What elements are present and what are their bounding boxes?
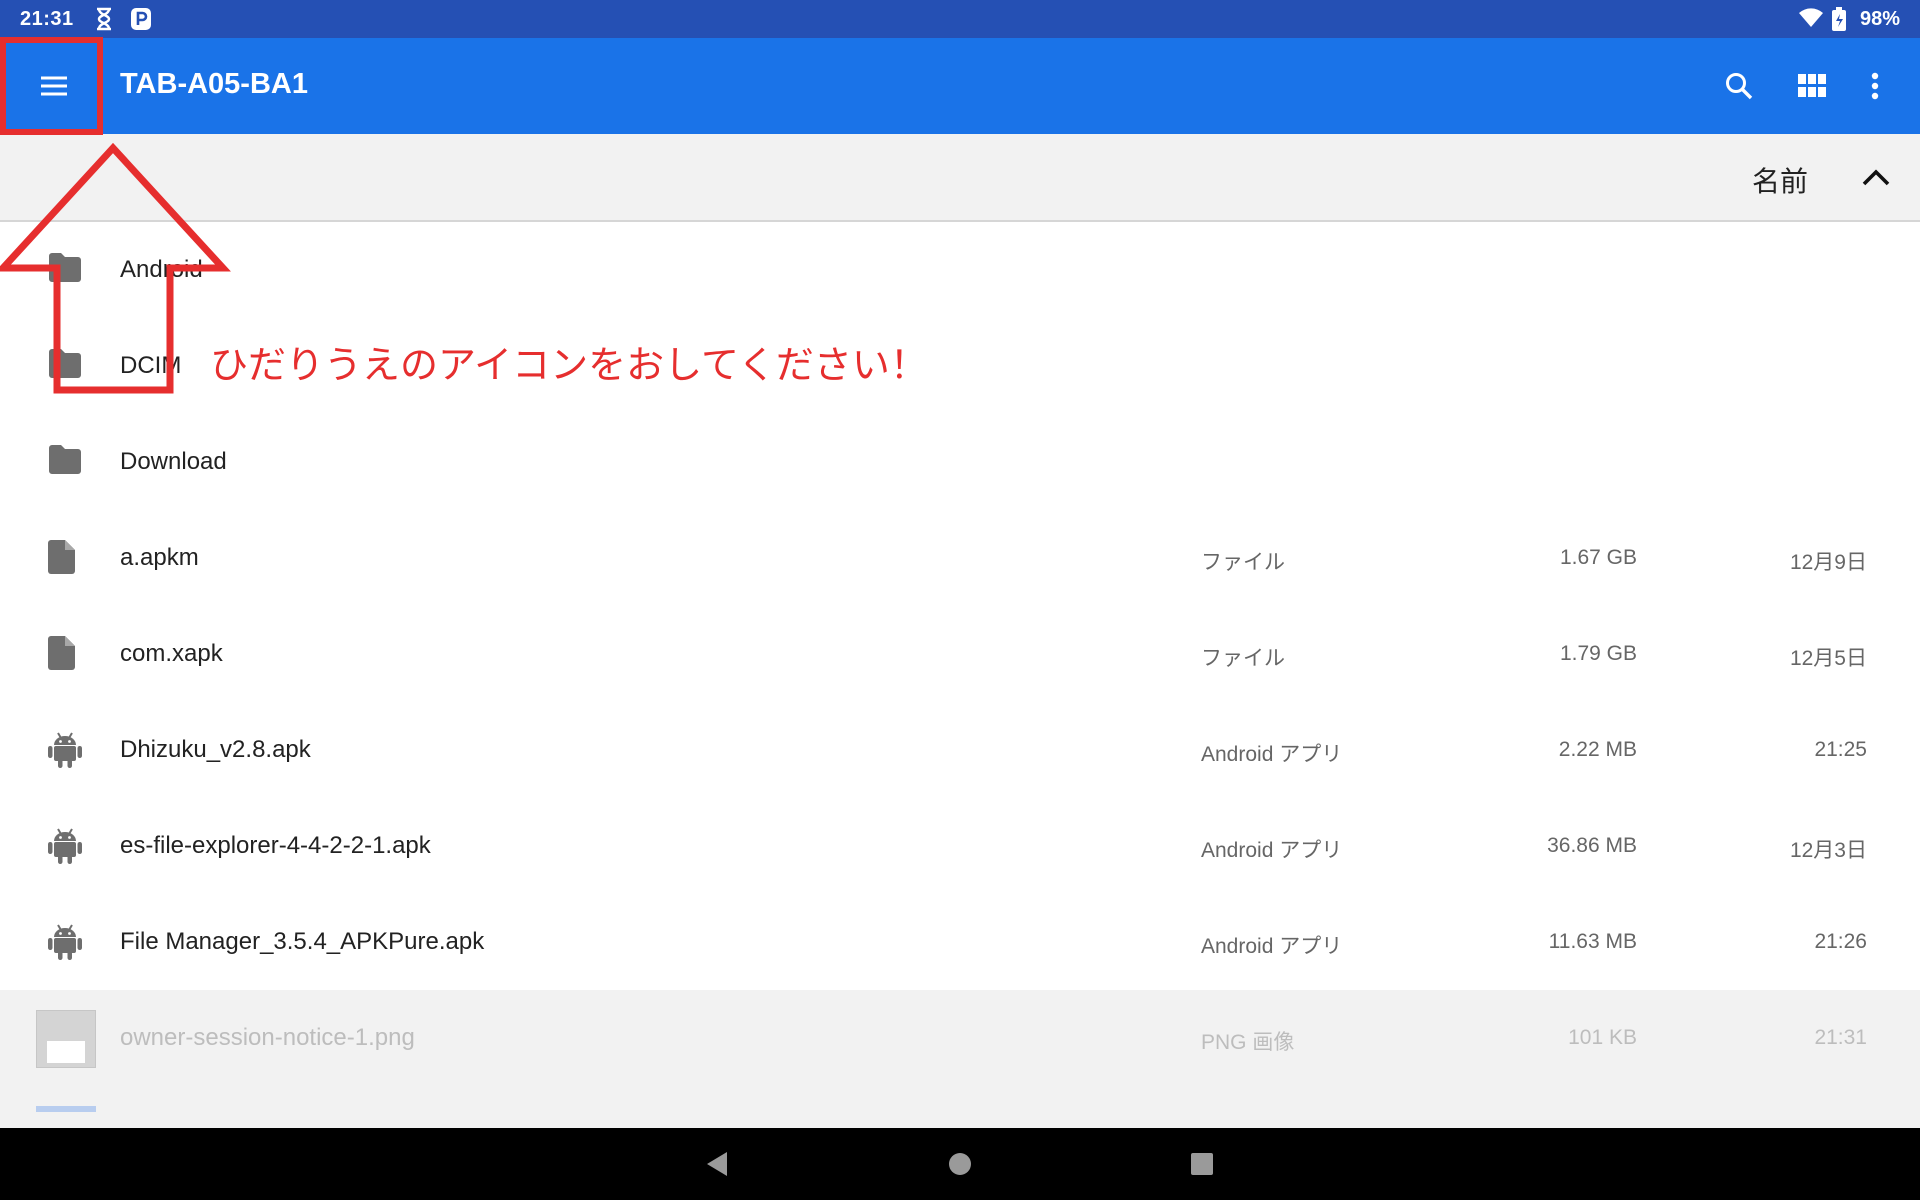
file-size: 2.22 MB xyxy=(1558,738,1637,761)
status-time: 21:31 xyxy=(20,8,74,30)
file-size: 1.79 GB xyxy=(1559,642,1637,665)
file-type: PNG 画像 xyxy=(1201,1031,1295,1054)
list-item-download[interactable]: Download xyxy=(0,414,1920,510)
file-icon xyxy=(48,540,84,576)
sort-header: 名前 xyxy=(0,134,1920,222)
file-name: a.apkm xyxy=(120,544,199,571)
more-vert-icon[interactable] xyxy=(1851,62,1899,110)
list-item-dcim[interactable]: DCIM xyxy=(0,318,1920,414)
hourglass-icon xyxy=(94,7,114,36)
file-type: Android アプリ xyxy=(1201,743,1343,766)
file-type: Android アプリ xyxy=(1201,935,1343,958)
status-bar: 21:31 98% xyxy=(0,0,1920,38)
file-size: 1.67 GB xyxy=(1559,546,1637,569)
file-icon xyxy=(48,636,84,672)
file-size: 101 KB xyxy=(1568,1026,1637,1049)
battery-icon xyxy=(1832,7,1846,36)
chevron-up-icon[interactable] xyxy=(1852,154,1900,202)
p-app-icon xyxy=(130,7,152,36)
android-icon xyxy=(48,828,84,864)
list-item-owner-session-png[interactable]: owner-session-notice-1.png PNG 画像 101 KB… xyxy=(0,990,1920,1086)
file-date: 21:26 xyxy=(1814,930,1867,953)
file-name: es-file-explorer-4-4-2-2-1.apk xyxy=(120,832,431,859)
file-name: Android xyxy=(120,256,203,283)
folder-icon xyxy=(48,252,84,288)
file-name: owner-session-notice-1.png xyxy=(120,1024,415,1051)
list-item-es-file-explorer-apk[interactable]: es-file-explorer-4-4-2-2-1.apk Android ア… xyxy=(0,798,1920,894)
list-item-partial[interactable] xyxy=(0,1086,1920,1128)
file-name: com.xapk xyxy=(120,640,223,667)
file-type: Android アプリ xyxy=(1201,839,1343,862)
file-name: Dhizuku_v2.8.apk xyxy=(120,736,311,763)
grid-view-icon[interactable] xyxy=(1788,62,1836,110)
folder-icon xyxy=(48,348,84,384)
file-size: 11.63 MB xyxy=(1548,930,1637,953)
partial-thumbnail xyxy=(36,1106,96,1112)
back-icon[interactable] xyxy=(694,1142,738,1186)
wifi-icon xyxy=(1798,7,1824,34)
app-toolbar: TAB-A05-BA1 xyxy=(0,38,1920,134)
android-icon xyxy=(48,732,84,768)
list-item-com-xapk[interactable]: com.xapk ファイル 1.79 GB 12月5日 xyxy=(0,606,1920,702)
folder-icon xyxy=(48,444,84,480)
file-type: ファイル xyxy=(1201,551,1285,574)
system-nav-bar xyxy=(0,1128,1920,1200)
file-date: 21:25 xyxy=(1814,738,1867,761)
list-item-android[interactable]: Android xyxy=(0,222,1920,318)
file-date: 12月3日 xyxy=(1789,839,1867,862)
file-date: 21:31 xyxy=(1814,1026,1867,1049)
list-item-dhizuku-apk[interactable]: Dhizuku_v2.8.apk Android アプリ 2.22 MB 21:… xyxy=(0,702,1920,798)
search-icon[interactable] xyxy=(1715,62,1763,110)
list-item-a-apkm[interactable]: a.apkm ファイル 1.67 GB 12月9日 xyxy=(0,510,1920,606)
file-name: Download xyxy=(120,448,227,475)
recents-icon[interactable] xyxy=(1180,1142,1224,1186)
list-item-file-manager-apk[interactable]: File Manager_3.5.4_APKPure.apk Android ア… xyxy=(0,894,1920,990)
file-date: 12月9日 xyxy=(1789,551,1867,574)
file-name: File Manager_3.5.4_APKPure.apk xyxy=(120,928,485,955)
file-name: DCIM xyxy=(120,352,182,379)
home-icon[interactable] xyxy=(938,1142,982,1186)
sort-by-name-label[interactable]: 名前 xyxy=(1752,160,1808,200)
hamburger-menu-icon[interactable] xyxy=(30,62,78,110)
file-size: 36.86 MB xyxy=(1547,834,1637,857)
battery-percentage: 98% xyxy=(1859,8,1900,30)
image-thumbnail xyxy=(36,1010,96,1068)
android-icon xyxy=(48,924,84,960)
file-date: 12月5日 xyxy=(1789,647,1867,670)
page-title: TAB-A05-BA1 xyxy=(120,68,308,100)
file-type: ファイル xyxy=(1201,647,1285,670)
file-list: Android DCIM Download a.apkm ファイル 1.67 G… xyxy=(0,222,1920,1086)
